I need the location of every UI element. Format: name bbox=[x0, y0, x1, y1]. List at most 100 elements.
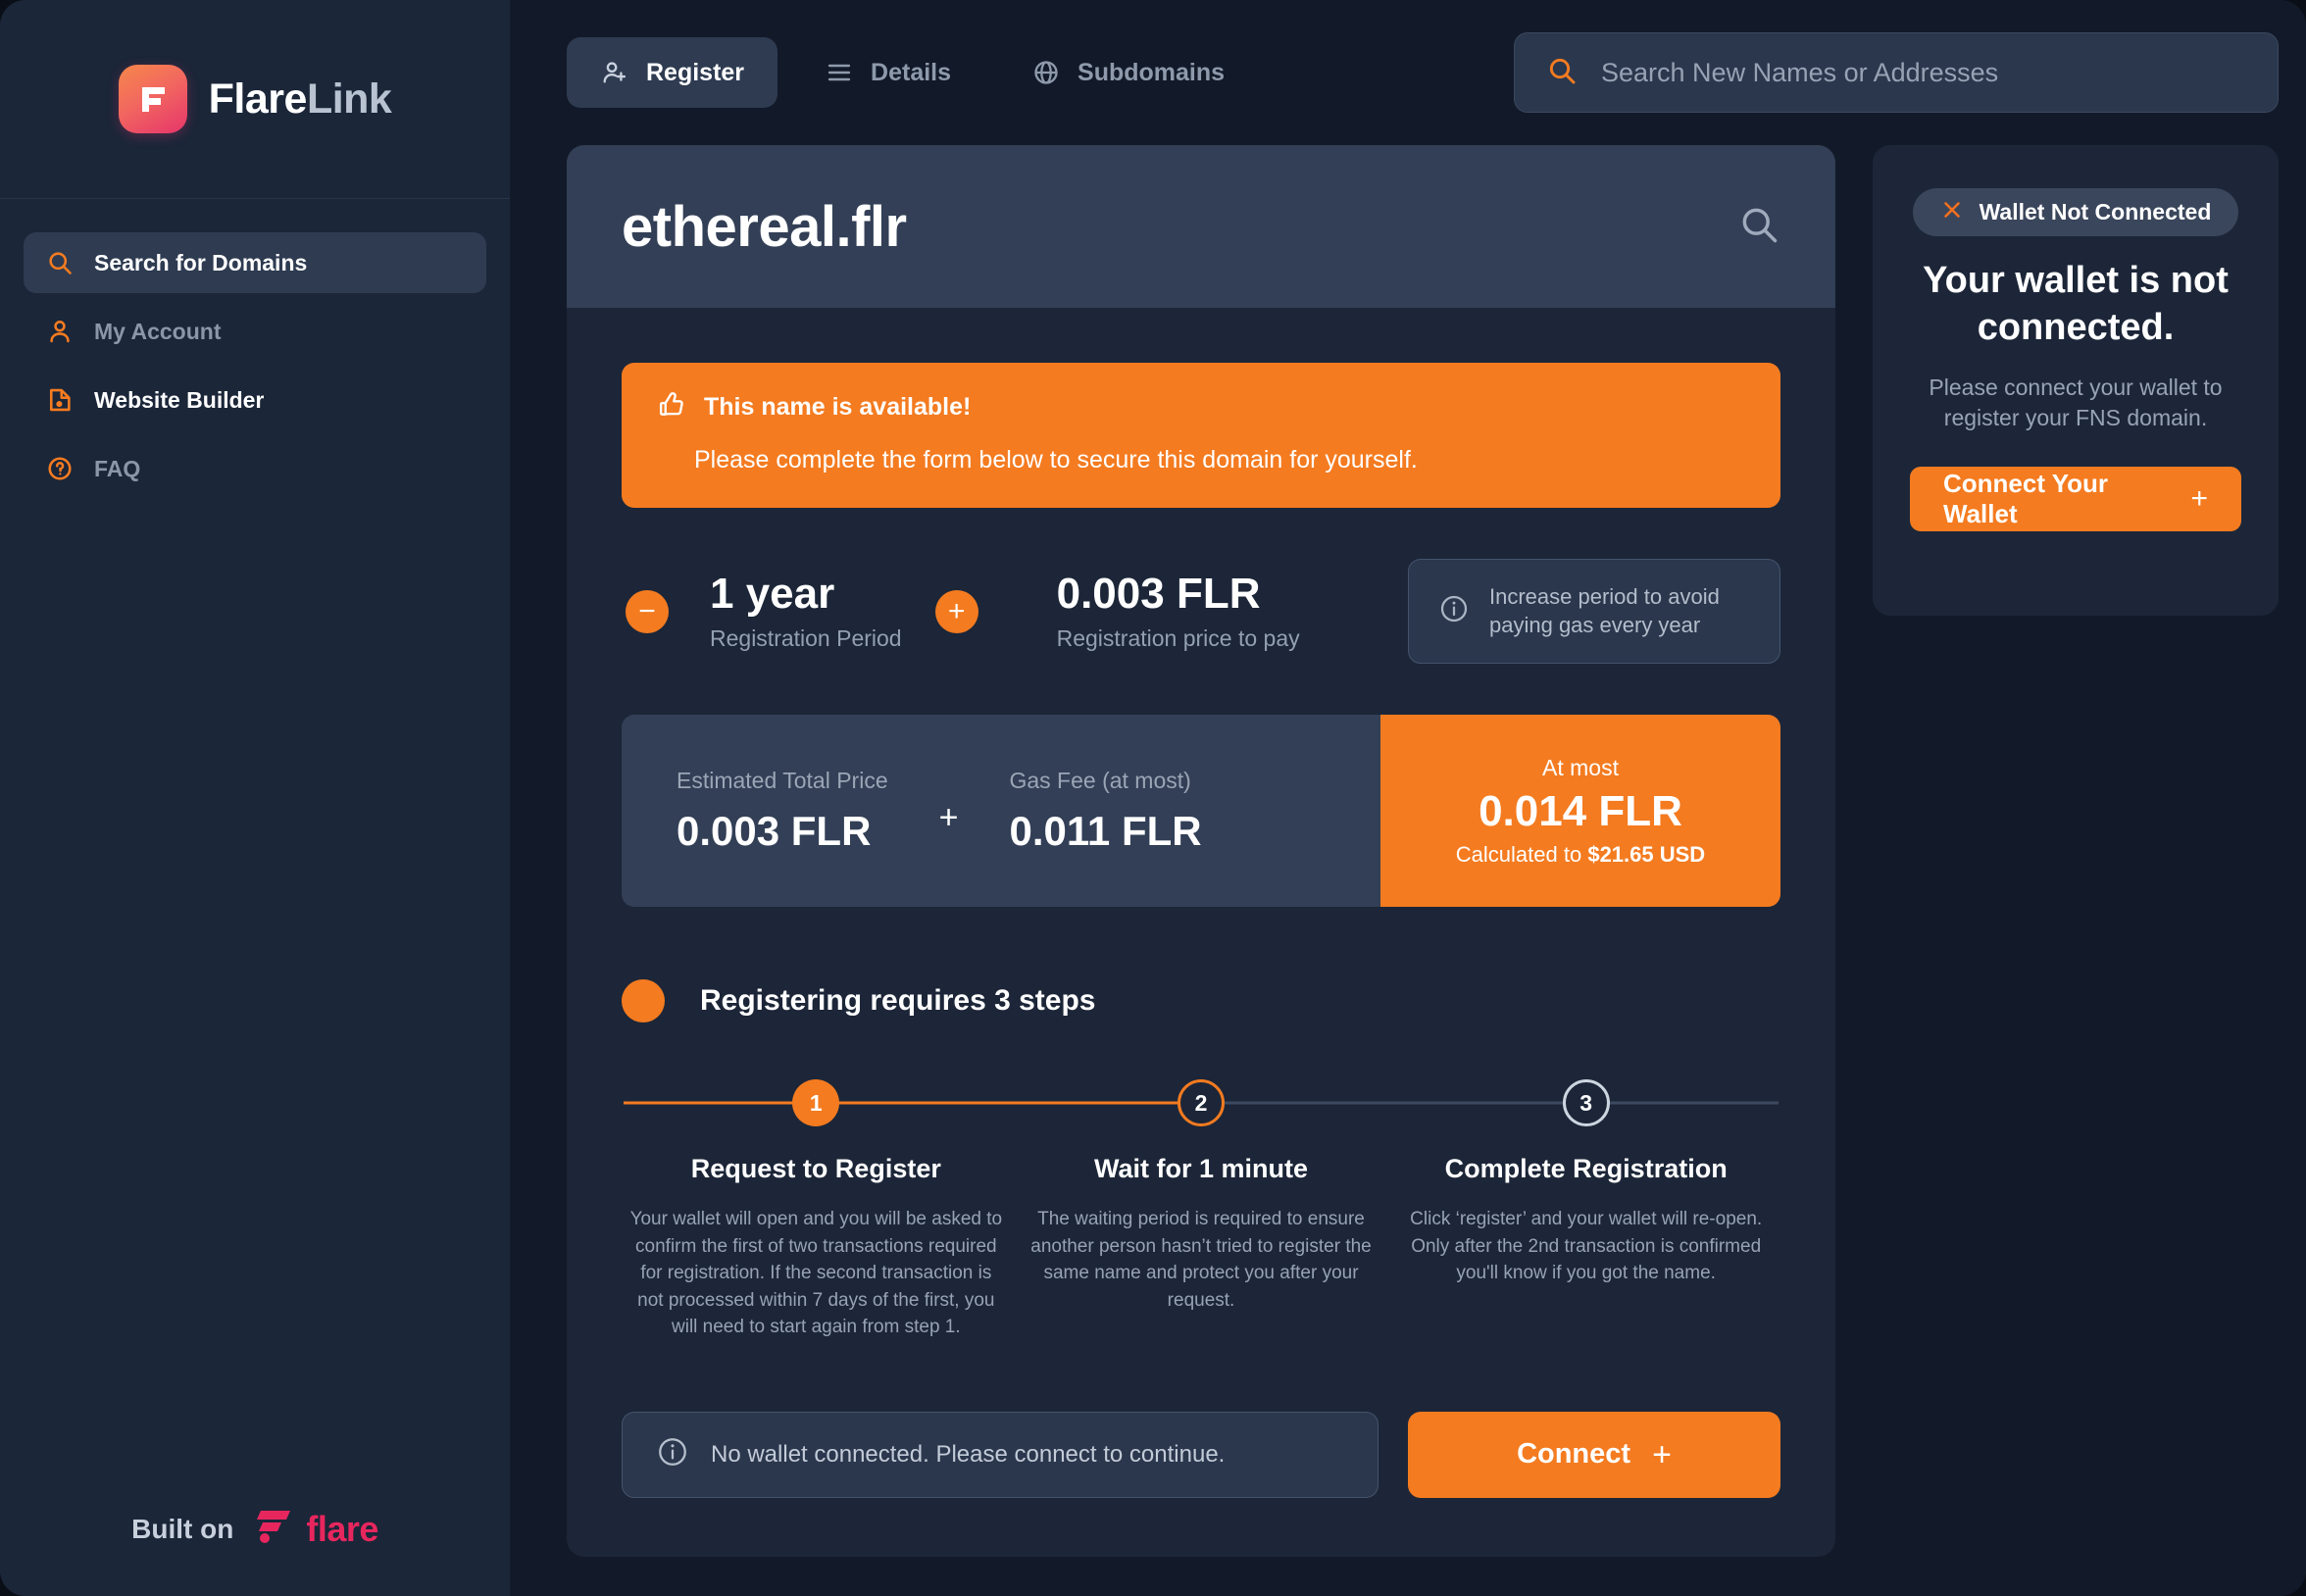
period-value: 1 year bbox=[710, 570, 835, 619]
wallet-panel-title: Your wallet is not connected. bbox=[1923, 260, 2229, 348]
connect-wallet-label: Connect Your Wallet bbox=[1943, 469, 2109, 529]
app-logo-text: FlareLink bbox=[208, 75, 392, 123]
step-description: Click ‘register’ and your wallet will re… bbox=[1410, 1209, 1763, 1284]
x-close-icon bbox=[1940, 198, 1964, 226]
flare-logo-text: flare bbox=[306, 1508, 378, 1549]
registration-period: 1 year Registration Period bbox=[710, 570, 902, 651]
estimated-total-value: 0.003 FLR bbox=[677, 807, 872, 854]
sidebar-nav: Search for Domains My Account Website Bu… bbox=[0, 199, 510, 499]
step-1: Request to Register Your wallet will ope… bbox=[624, 1126, 1009, 1341]
card-header: ethereal.flr bbox=[567, 145, 1835, 308]
app-window: FlareLink Search for Domains My Account bbox=[0, 0, 2306, 1596]
tab-subdomains[interactable]: Subdomains bbox=[998, 37, 1258, 108]
step-description: The waiting period is required to ensure… bbox=[1030, 1209, 1372, 1311]
wallet-status-panel: Wallet Not Connected Your wallet is not … bbox=[1873, 145, 2279, 616]
step-2: Wait for 1 minute The waiting period is … bbox=[1009, 1126, 1394, 1341]
sidebar-item-faq[interactable]: FAQ bbox=[24, 438, 486, 499]
estimated-total-label: Estimated Total Price bbox=[677, 767, 888, 793]
thumbs-up-icon bbox=[657, 390, 686, 424]
step-label: Wait for 1 minute bbox=[1094, 1154, 1309, 1184]
period-label: Registration Period bbox=[710, 624, 902, 651]
status-badge-label: Wallet Not Connected bbox=[1979, 199, 2212, 224]
registration-stepper: 1 2 3 Request to Register Your wallet wi… bbox=[622, 1079, 1780, 1341]
period-price-row: − 1 year Registration Period + 0.003 FLR… bbox=[622, 559, 1780, 665]
registration-price: 0.003 FLR Registration price to pay bbox=[1056, 570, 1300, 651]
connect-button[interactable]: Connect + bbox=[1408, 1411, 1780, 1498]
flare-logo: flare bbox=[255, 1509, 378, 1549]
plus-icon: + bbox=[2190, 482, 2208, 516]
decrement-period-button[interactable]: − bbox=[626, 589, 669, 633]
app-logo[interactable]: FlareLink bbox=[0, 0, 510, 199]
totals-summary: Estimated Total Price 0.003 FLR + Gas Fe… bbox=[622, 715, 1780, 908]
tab-details[interactable]: Details bbox=[791, 37, 984, 108]
gas-fee-label: Gas Fee (at most) bbox=[1009, 767, 1191, 793]
banner-title: This name is available! bbox=[704, 393, 972, 421]
notice-text: No wallet connected. Please connect to c… bbox=[711, 1440, 1226, 1468]
tab-label: Details bbox=[871, 58, 952, 86]
flarelink-logo-icon bbox=[118, 65, 187, 133]
step-description: Your wallet will open and you will be as… bbox=[629, 1209, 1003, 1338]
website-builder-icon bbox=[45, 385, 75, 415]
increase-period-tip: Increase period to avoid paying gas ever… bbox=[1408, 559, 1780, 665]
sidebar-item-label: My Account bbox=[94, 318, 222, 344]
at-most-value: 0.014 FLR bbox=[1479, 786, 1682, 835]
sidebar-item-website-builder[interactable]: Website Builder bbox=[24, 370, 486, 430]
search-input[interactable]: Search New Names or Addresses bbox=[1514, 32, 2279, 113]
gas-fee: Gas Fee (at most) 0.011 FLR bbox=[1009, 768, 1201, 855]
totals-breakdown: Estimated Total Price 0.003 FLR + Gas Fe… bbox=[622, 715, 1380, 907]
step-node-2[interactable]: 2 bbox=[1178, 1079, 1225, 1127]
sidebar-item-search-for-domains[interactable]: Search for Domains bbox=[24, 232, 486, 293]
info-circle-icon bbox=[656, 1435, 689, 1473]
card-footer: No wallet connected. Please connect to c… bbox=[622, 1411, 1780, 1498]
tab-register[interactable]: Register bbox=[567, 37, 778, 108]
card-body: This name is available! Please complete … bbox=[567, 308, 1835, 1545]
at-most-calc-amount: $21.65 USD bbox=[1587, 841, 1706, 867]
at-most-calculated: Calculated to $21.65 USD bbox=[1456, 842, 1705, 868]
main-area: Register Details Subdomains Search New N… bbox=[510, 0, 2306, 1596]
flare-logo-icon bbox=[255, 1509, 294, 1549]
step-node-1[interactable]: 1 bbox=[792, 1079, 840, 1127]
estimated-total-price: Estimated Total Price 0.003 FLR bbox=[677, 768, 888, 855]
logo-text-secondary: Link bbox=[306, 75, 392, 123]
step-node-3[interactable]: 3 bbox=[1562, 1079, 1610, 1127]
step-descriptions: Request to Register Your wallet will ope… bbox=[624, 1126, 1779, 1341]
list-lines-icon bbox=[825, 58, 854, 87]
sidebar-item-label: FAQ bbox=[94, 455, 141, 481]
search-icon bbox=[45, 248, 75, 277]
user-icon bbox=[45, 317, 75, 346]
tab-bar: Register Details Subdomains bbox=[567, 37, 1258, 108]
at-most-total: At most 0.014 FLR Calculated to $21.65 U… bbox=[1380, 715, 1780, 908]
search-icon[interactable] bbox=[1737, 203, 1780, 251]
tab-label: Subdomains bbox=[1078, 58, 1226, 86]
user-plus-icon bbox=[600, 58, 629, 87]
connect-button-label: Connect bbox=[1517, 1438, 1631, 1471]
totals-operator: + bbox=[938, 798, 959, 836]
step-3: Complete Registration Click ‘register’ a… bbox=[1393, 1126, 1779, 1341]
tip-text: Increase period to avoid paying gas ever… bbox=[1489, 584, 1720, 637]
increment-period-button[interactable]: + bbox=[934, 589, 978, 633]
sidebar: FlareLink Search for Domains My Account bbox=[0, 0, 510, 1596]
banner-subtitle: Please complete the form below to secure… bbox=[694, 446, 1418, 474]
page-title: ethereal.flr bbox=[622, 194, 907, 259]
at-most-calc-prefix: Calculated to bbox=[1455, 841, 1588, 867]
steps-header-title: Registering requires 3 steps bbox=[700, 984, 1096, 1018]
content-area: ethereal.flr This name is available! Ple… bbox=[510, 145, 2306, 1557]
wallet-panel-subtitle: Please connect your wallet to register y… bbox=[1929, 374, 2223, 431]
topbar: Register Details Subdomains Search New N… bbox=[510, 0, 2306, 145]
plus-icon: + bbox=[1652, 1435, 1672, 1473]
tab-label: Register bbox=[646, 58, 745, 86]
global-search: Search New Names or Addresses bbox=[1514, 32, 2279, 113]
price-value: 0.003 FLR bbox=[1056, 570, 1261, 619]
search-placeholder: Search New Names or Addresses bbox=[1601, 57, 1999, 87]
built-on-label: Built on bbox=[131, 1513, 234, 1544]
step-label: Request to Register bbox=[690, 1154, 941, 1184]
sidebar-item-my-account[interactable]: My Account bbox=[24, 301, 486, 362]
steps-bullet-icon bbox=[622, 979, 665, 1023]
availability-banner: This name is available! Please complete … bbox=[622, 363, 1780, 508]
at-most-label: At most bbox=[1542, 754, 1619, 780]
globe-icon bbox=[1031, 58, 1061, 87]
logo-text-primary: Flare bbox=[208, 75, 308, 123]
connect-your-wallet-button[interactable]: Connect Your Wallet + bbox=[1910, 467, 2241, 532]
question-circle-icon bbox=[45, 454, 75, 483]
no-wallet-notice: No wallet connected. Please connect to c… bbox=[622, 1411, 1379, 1498]
